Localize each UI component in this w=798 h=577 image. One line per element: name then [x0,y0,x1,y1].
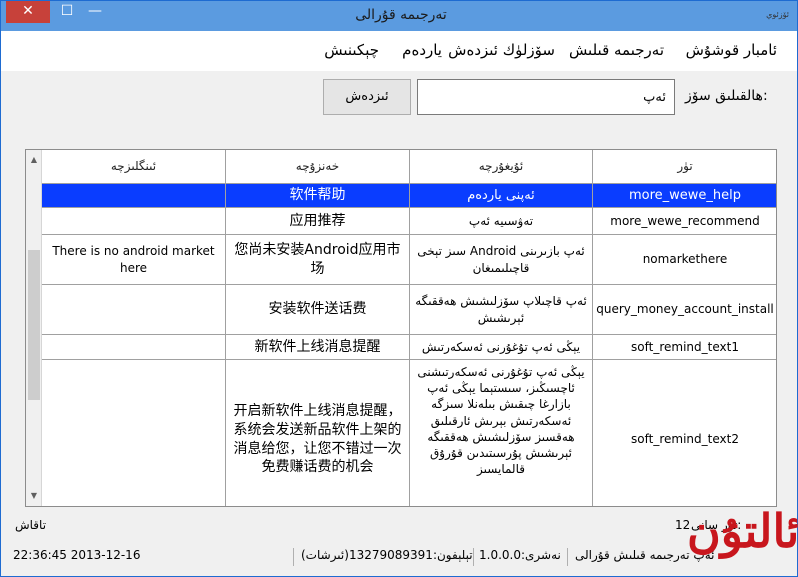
cell-uyghur: سىز تېخى Android ئەپ بازىرىنى قاچىلىمىغا… [410,235,593,285]
datetime-text: 22:36:45 2013-12-16 [13,548,141,562]
menu-exit[interactable]: چېكىنىش [324,41,379,59]
title-bar: ✕ ☐ — تەرجىمە قۇرالى ئۆزئوي [1,1,797,31]
exit-label[interactable]: تاقاش [15,518,46,532]
close-button[interactable]: ✕ [6,1,50,23]
cell-uyghur: ئەپنى ياردەم [410,184,593,208]
menu-help[interactable]: ياردەم [402,41,442,59]
search-bar: ئىزدەش ھالقىلىق سۆز: [1,71,797,131]
table-header-row: ئىنگلىزچە خەنزۇچە ئۇيغۇرچە تۈر [42,150,776,184]
cell-chinese: 您尚未安装Android应用市场 [226,235,410,285]
cell-chinese: 新软件上线消息提醒 [226,335,410,360]
window-title: تەرجىمە قۇرالى [355,7,447,23]
cell-uyghur: تەۋسىيە ئەپ [410,208,593,235]
menu-bar: ئامبار قوشۇش تەرجىمە قىلىش سۆزلۈك ئىزدەش… [1,31,797,71]
table-row[interactable]: 开启新软件上线消息提醒，系统会发送新品软件上架的消息给您，让您不错过一次免费赚话… [42,360,776,506]
table-row[interactable]: There is no android market here 您尚未安装And… [42,235,776,285]
watermark-logo: ئالتۇن [687,504,798,558]
cell-english [42,208,226,235]
app-icon: ئۆزئوي [766,10,789,19]
cell-english [42,360,226,506]
cell-key: soft_remind_text2 [593,360,776,506]
status-bar-top: تاقاش 12 تۈر سانى: [1,514,797,540]
cell-chinese: 开启新软件上线消息提醒，系统会发送新品软件上架的消息给您，让您不错过一次免费赚话… [226,360,410,506]
cell-chinese: 应用推荐 [226,208,410,235]
scroll-thumb[interactable] [28,250,40,400]
vertical-scrollbar[interactable]: ▲ ▼ [26,150,42,506]
search-input[interactable] [417,79,675,115]
results-grid[interactable]: ▲ ▼ ئىنگلىزچە خەنزۇچە ئۇيغۇرچە تۈر 软件帮助 … [25,149,777,507]
table-row[interactable]: 新软件上线消息提醒 يېڭى ئەپ تۇغۇرنى ئەسكەرتىش sof… [42,335,776,360]
menu-add-repository[interactable]: ئامبار قوشۇش [686,41,777,59]
cell-key: soft_remind_text1 [593,335,776,360]
cell-chinese: 软件帮助 [226,184,410,208]
status-separator [473,548,474,566]
column-header-uyghur[interactable]: ئۇيغۇرچە [410,150,593,184]
minimize-button[interactable]: — [85,1,105,23]
column-header-key[interactable]: تۈر [593,150,776,184]
cell-key: more_wewe_recommend [593,208,776,235]
column-header-chinese[interactable]: خەنزۇچە [226,150,410,184]
search-label: ھالقىلىق سۆز: [685,88,768,104]
cell-english [42,285,226,335]
menu-word-search[interactable]: سۆزلۈك ئىزدەش [448,41,555,59]
cell-english: There is no android market here [42,235,226,285]
cell-key: query_money_account_install [593,285,776,335]
version-text: نەشرى:1.0.0.0 [479,548,561,562]
app-window: ✕ ☐ — تەرجىمە قۇرالى ئۆزئوي ئامبار قوشۇش… [0,0,798,577]
column-header-english[interactable]: ئىنگلىزچە [42,150,226,184]
table-row-selected[interactable]: 软件帮助 ئەپنى ياردەم more_wewe_help [42,184,776,208]
cell-uyghur: ئەپ قاچىلاپ سۆزلىشىش ھەققىگە ئېرىشىش [410,285,593,335]
menu-translate[interactable]: تەرجىمە قىلىش [569,41,664,59]
phone-text: تېلېفون:13279089391(ئىرشات) [301,548,473,562]
table-row[interactable]: 安装软件送话费 ئەپ قاچىلاپ سۆزلىشىش ھەققىگە ئېر… [42,285,776,335]
maximize-button[interactable]: ☐ [57,1,77,23]
cell-english [42,335,226,360]
cell-english [42,184,226,208]
status-bar-bottom: 22:36:45 2013-12-16 تېلېفون:13279089391(… [1,544,797,570]
status-separator [567,548,568,566]
cell-uyghur: يېڭى ئەپ تۇغۇرنى ئەسكەرتىش [410,335,593,360]
search-button[interactable]: ئىزدەش [323,79,411,115]
scroll-down-arrow-icon[interactable]: ▼ [26,488,42,504]
cell-uyghur: يېڭى ئەپ تۇغۇرنى ئەسكەرتىشنى ئاچسىڭىز، س… [410,360,593,506]
table-row[interactable]: 应用推荐 تەۋسىيە ئەپ more_wewe_recommend [42,208,776,235]
cell-key: more_wewe_help [593,184,776,208]
scroll-up-arrow-icon[interactable]: ▲ [26,152,42,168]
cell-key: nomarkethere [593,235,776,285]
status-separator [293,548,294,566]
cell-chinese: 安装软件送话费 [226,285,410,335]
